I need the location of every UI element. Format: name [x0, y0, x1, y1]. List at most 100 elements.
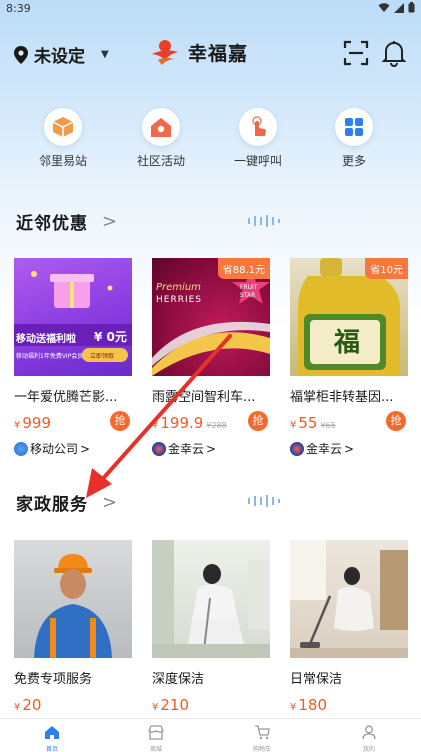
deal-image-oil-bottle: 福 省10元 — [290, 258, 408, 376]
tab-home[interactable]: 首页 — [32, 725, 72, 752]
image-caption-sub: 移动福利1年免费VIP会员 — [16, 353, 84, 360]
image-caption-button: 立即领取 — [90, 353, 115, 360]
shop-logo-icon — [290, 441, 304, 456]
grid-icon — [345, 118, 363, 136]
image-caption-main: 移动送福利啦 — [16, 334, 76, 345]
quick-link-circle — [335, 108, 373, 146]
tab-label: 商城 — [149, 746, 162, 752]
quick-link-circle — [239, 108, 277, 146]
home-icon — [151, 118, 171, 137]
deal-price: 55 — [298, 414, 318, 432]
quick-link-circle — [142, 108, 180, 146]
bottom-tab-bar: 首页 商城 购物车 我的 — [0, 718, 421, 752]
shop-arrow-icon: > — [344, 441, 355, 456]
tab-label: 我的 — [362, 746, 375, 752]
image-caption-line1: Premium — [156, 282, 201, 293]
service-image-deep-cleaning — [152, 540, 270, 658]
bell-icon[interactable] — [381, 39, 407, 67]
quick-link-one-tap-call[interactable]: 一键呼叫 — [218, 108, 298, 169]
grab-button[interactable]: 抢 — [248, 411, 268, 431]
section-title: 近邻优惠 — [16, 213, 88, 234]
brand: 幸福嘉 — [150, 38, 248, 66]
deal-image-mobile-vip: 移动送福利啦 ¥ 0元 移动福利1年免费VIP会员 立即领取 — [14, 258, 132, 376]
service-card[interactable]: 深度保洁 ¥ 210 — [152, 540, 270, 716]
deal-shop[interactable]: 移动公司 > — [14, 440, 132, 457]
status-time: 8:39 — [6, 2, 31, 15]
quick-link-label: 更多 — [341, 154, 366, 168]
deal-title: 雨露空间智利车... — [152, 390, 256, 405]
quick-link-neighbor-station[interactable]: 邻里易站 — [23, 108, 103, 169]
home-tab-icon — [45, 726, 59, 739]
cart-tab-icon — [255, 725, 270, 740]
tab-cart[interactable]: 购物车 — [242, 725, 282, 752]
location-label: 未设定 — [34, 47, 85, 67]
grab-button[interactable]: 抢 — [110, 411, 130, 431]
deal-price-row: ¥ 55 ¥65 抢 — [290, 411, 408, 434]
housekeeping-header: 家政服务 > — [16, 490, 117, 515]
quick-links: 邻里易站 社区活动 一键呼叫 更多 — [0, 108, 421, 174]
tab-label: 购物车 — [252, 746, 271, 752]
service-title: 免费专项服务 — [14, 672, 93, 687]
price-currency: ¥ — [152, 420, 159, 431]
scan-icon[interactable] — [343, 40, 369, 66]
deal-shop[interactable]: 金幸云 > — [290, 440, 408, 457]
price-currency: ¥ — [290, 420, 297, 431]
brand-logo-icon — [152, 40, 178, 65]
deal-shop[interactable]: 金幸云 > — [152, 440, 270, 457]
section-title: 家政服务 — [16, 494, 88, 515]
service-price: 20 — [22, 696, 42, 714]
deal-price: 999 — [22, 414, 52, 432]
battery-icon — [408, 2, 415, 13]
service-price-row: ¥ 210 — [152, 696, 270, 716]
quick-link-more[interactable]: 更多 — [314, 108, 394, 169]
service-price-row: ¥ 180 — [290, 696, 408, 716]
price-currency: ¥ — [152, 702, 159, 713]
brand-name: 幸福嘉 — [188, 42, 249, 65]
quick-link-label: 一键呼叫 — [233, 154, 282, 168]
top-bar: 未设定 ▼ 幸福嘉 — [0, 36, 421, 72]
worker-illustration — [34, 554, 112, 658]
tab-label: 首页 — [45, 746, 58, 752]
service-card[interactable]: 日常保洁 ¥ 180 — [290, 540, 408, 716]
grab-button[interactable]: 抢 — [386, 411, 406, 431]
deal-old-price: ¥65 — [320, 421, 336, 430]
cleaner-illustration — [152, 540, 270, 658]
section-wave-decoration — [150, 495, 410, 507]
shop-name: 移动公司 — [30, 442, 79, 456]
deal-old-price: ¥288 — [206, 421, 227, 430]
price-currency: ¥ — [14, 420, 21, 431]
quick-link-community-events[interactable]: 社区活动 — [121, 108, 201, 169]
service-image-daily-cleaning — [290, 540, 408, 658]
price-currency: ¥ — [290, 702, 297, 713]
deal-price-row: ¥ 999 抢 — [14, 411, 132, 434]
image-caption-price: ¥ 0元 — [94, 330, 127, 344]
location-pin-icon — [14, 45, 28, 64]
deal-card[interactable]: 福 省10元 福掌柜非转基因... ¥ 55 ¥65 抢 金幸云 > — [290, 258, 408, 457]
service-title: 日常保洁 — [290, 672, 343, 687]
status-icons — [378, 2, 415, 13]
tab-profile[interactable]: 我的 — [349, 725, 389, 752]
location-selector[interactable]: 未设定 ▼ — [14, 42, 109, 67]
savings-tag: 省88.1元 — [217, 258, 270, 279]
shop-tab-icon — [148, 725, 164, 740]
service-price: 210 — [160, 696, 190, 714]
service-card[interactable]: 免费专项服务 ¥ 20 — [14, 540, 132, 716]
deal-card[interactable]: Premium HERRIES FRUIT STAR 省88.1元 雨露空间智利… — [152, 258, 270, 457]
chevron-down-icon: ▼ — [101, 49, 109, 60]
service-price-row: ¥ 20 — [14, 696, 132, 716]
deal-image-cherries: Premium HERRIES FRUIT STAR 省88.1元 — [152, 258, 270, 376]
shop-logo-icon — [14, 441, 28, 456]
box-icon — [52, 117, 74, 137]
shop-logo-icon — [152, 441, 166, 456]
quick-link-label: 社区活动 — [136, 154, 185, 168]
deal-card[interactable]: 移动送福利啦 ¥ 0元 移动福利1年免费VIP会员 立即领取 一年爱优腾芒影..… — [14, 258, 132, 457]
service-image-worker — [14, 540, 132, 658]
service-title: 深度保洁 — [152, 672, 205, 687]
image-caption-star1: FRUIT — [240, 284, 258, 291]
tab-shop[interactable]: 商城 — [136, 725, 176, 752]
signal-icon — [394, 2, 404, 13]
section-more-arrow[interactable]: > — [102, 211, 117, 232]
section-more-arrow[interactable]: > — [102, 492, 117, 513]
status-bar: 8:39 — [0, 0, 421, 18]
image-caption-star2: STAR — [240, 292, 256, 299]
